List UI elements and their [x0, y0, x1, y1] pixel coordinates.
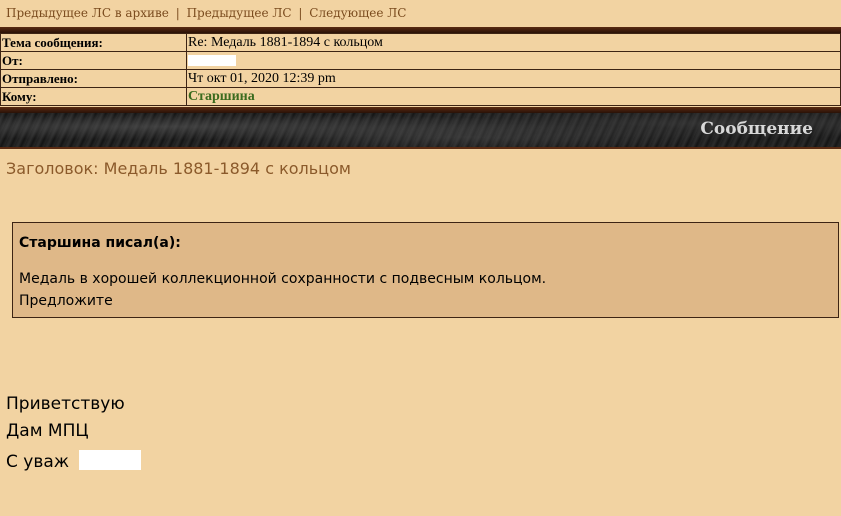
- banner-title: Сообщение: [700, 119, 813, 139]
- prev-message-link[interactable]: Предыдущее ЛС: [187, 6, 292, 20]
- message-header-table: Тема сообщения: Re: Медаль 1881-1894 с к…: [0, 33, 841, 106]
- subject-label: Тема сообщения:: [0, 33, 187, 52]
- redacted-signature: [78, 450, 141, 470]
- subject-row: Тема сообщения: Re: Медаль 1881-1894 с к…: [0, 33, 841, 52]
- quote-block: Старшина писал(а): Медаль в хорошей колл…: [12, 222, 839, 318]
- to-label: Кому:: [0, 87, 187, 106]
- nav-separator: |: [298, 6, 303, 20]
- message-subject: Заголовок: Медаль 1881-1894 с кольцом: [6, 159, 351, 178]
- sent-value: Чт окт 01, 2020 12:39 pm: [186, 69, 841, 88]
- nav-separator: |: [175, 6, 180, 20]
- next-message-link[interactable]: Следующее ЛС: [309, 6, 406, 20]
- prev-archive-link[interactable]: Предыдущее ЛС в архиве: [6, 6, 169, 20]
- from-row: От:: [0, 51, 841, 70]
- sent-row: Отправлено: Чт окт 01, 2020 12:39 pm: [0, 69, 841, 88]
- to-row: Кому: Старшина: [0, 87, 841, 106]
- message-nav: Предыдущее ЛС в архиве | Предыдущее ЛС |…: [6, 6, 406, 20]
- subject-value: Re: Медаль 1881-1894 с кольцом: [186, 33, 841, 52]
- message-banner: Сообщение: [0, 113, 841, 149]
- quote-author: Старшина писал(а):: [19, 235, 181, 251]
- from-label: От:: [0, 51, 187, 70]
- message-body-line: Дам МПЦ: [6, 421, 89, 441]
- quote-text-line: Медаль в хорошей коллекционной сохраннос…: [19, 271, 547, 287]
- message-body-signature: С уваж: [6, 450, 141, 472]
- signature-text: С уваж: [6, 452, 70, 472]
- recipient-link[interactable]: Старшина: [188, 89, 255, 104]
- redacted-sender: [188, 55, 236, 67]
- message-body-line: Приветствую: [6, 394, 125, 414]
- sent-label: Отправлено:: [0, 69, 187, 88]
- to-value: Старшина: [186, 87, 841, 106]
- quote-text-line: Предложите: [19, 293, 113, 309]
- from-value: [186, 51, 841, 70]
